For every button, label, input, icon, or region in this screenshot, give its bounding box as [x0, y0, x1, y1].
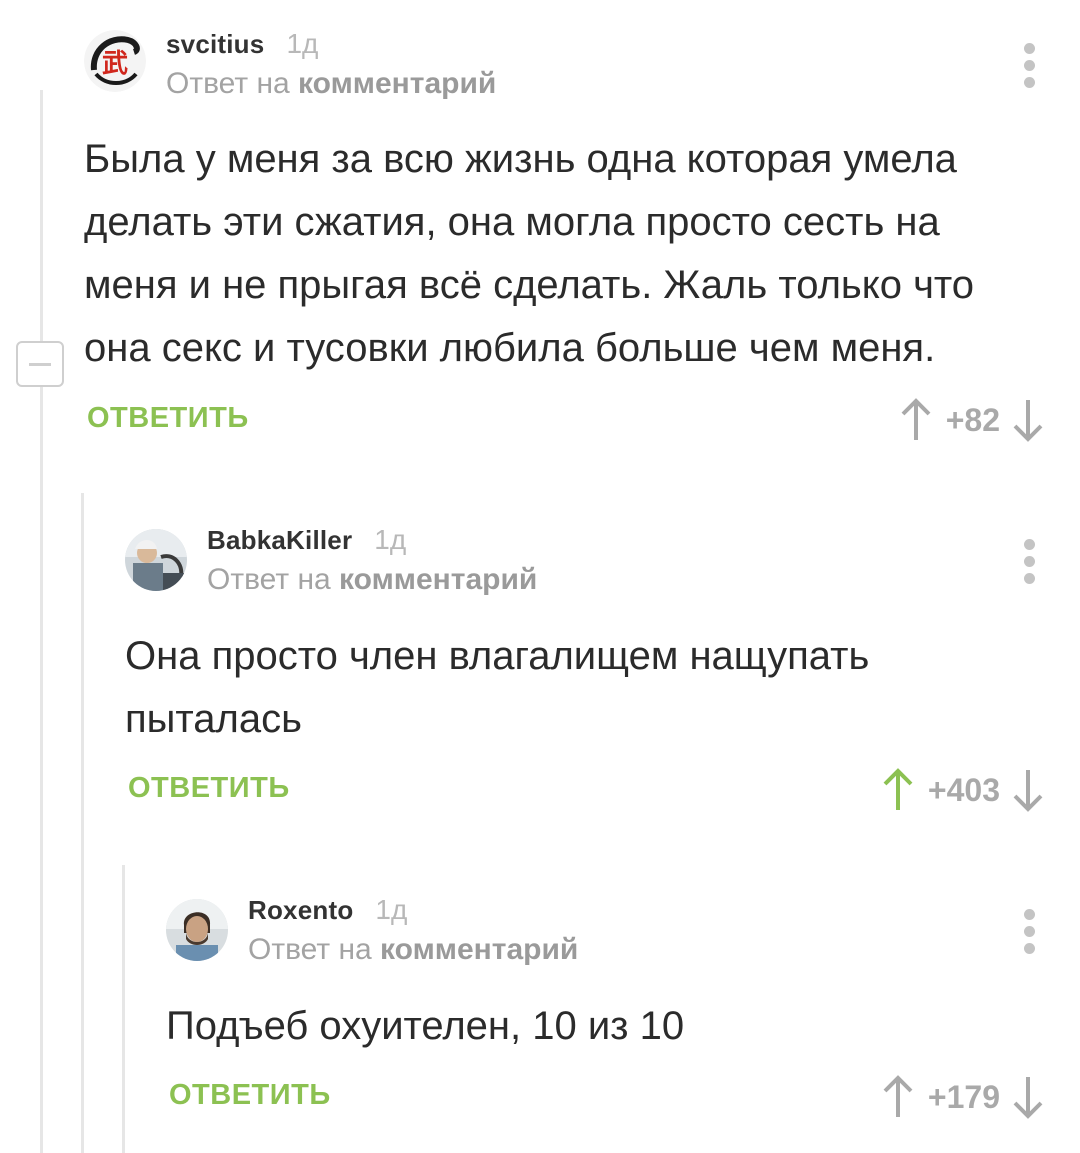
upvote-arrow-icon[interactable] [882, 1075, 914, 1119]
downvote-arrow-icon[interactable] [1012, 398, 1044, 442]
comment-svcitius: 武 svcitius 1д Ответ на комментарий Была … [84, 0, 1080, 460]
upvote-arrow-icon[interactable] [900, 398, 932, 442]
reply-to-line: Ответ на комментарий [207, 563, 537, 597]
author-name[interactable]: svcitius [166, 29, 264, 60]
rating-value: +403 [927, 771, 1000, 808]
comment-time: 1д [375, 894, 408, 925]
reply-button[interactable]: ОТВЕТИТЬ [169, 1079, 331, 1112]
kebab-menu-icon[interactable] [1024, 43, 1036, 94]
comment-roxento: Roxento 1д Ответ на комментарий Подъеб о… [166, 870, 1080, 1153]
downvote-arrow-icon[interactable] [1012, 768, 1044, 812]
thread-line-level-2 [81, 493, 84, 1153]
kebab-menu-icon[interactable] [1024, 539, 1036, 590]
avatar[interactable] [125, 529, 187, 591]
thread-line-level-1 [40, 90, 43, 1153]
reply-button[interactable]: ОТВЕТИТЬ [128, 772, 290, 805]
reply-to-link[interactable]: комментарий [339, 563, 537, 596]
reply-to-line: Ответ на комментарий [166, 67, 496, 101]
comment-time: 1д [286, 28, 319, 59]
reply-to-line: Ответ на комментарий [248, 933, 578, 967]
reply-to-prefix: Ответ на [248, 933, 372, 966]
kebab-menu-icon[interactable] [1024, 909, 1036, 960]
reply-to-link[interactable]: комментарий [380, 933, 578, 966]
thread-line-level-3 [122, 865, 125, 1153]
vote-controls: +179 [882, 1075, 1044, 1119]
avatar[interactable] [166, 899, 228, 961]
upvote-arrow-icon[interactable] [882, 768, 914, 812]
collapse-icon [29, 363, 51, 366]
comment-text: Она просто член влагалищем нащупать пыта… [125, 634, 870, 741]
comment-text: Подъеб охуителен, 10 из 10 [166, 1004, 685, 1048]
downvote-arrow-icon[interactable] [1012, 1075, 1044, 1119]
reply-to-prefix: Ответ на [207, 563, 331, 596]
rating-value: +179 [927, 1078, 1000, 1115]
svg-text:武: 武 [102, 49, 128, 79]
vote-controls: +403 [882, 768, 1044, 812]
reply-button[interactable]: ОТВЕТИТЬ [87, 402, 249, 435]
vote-controls: +82 [900, 398, 1044, 442]
comment-text: Была у меня за всю жизнь одна которая ум… [84, 137, 975, 370]
comment-babkakiller: BabkaKiller 1д Ответ на комментарий Она … [125, 500, 1080, 840]
avatar[interactable]: 武 [84, 30, 146, 92]
reply-to-prefix: Ответ на [166, 67, 290, 100]
comment-time: 1д [374, 524, 407, 555]
author-name[interactable]: Roxento [248, 895, 353, 926]
reply-to-link[interactable]: комментарий [298, 67, 496, 100]
collapse-thread-button[interactable] [16, 341, 64, 387]
rating-value: +82 [945, 401, 1000, 438]
author-name[interactable]: BabkaKiller [207, 525, 352, 556]
